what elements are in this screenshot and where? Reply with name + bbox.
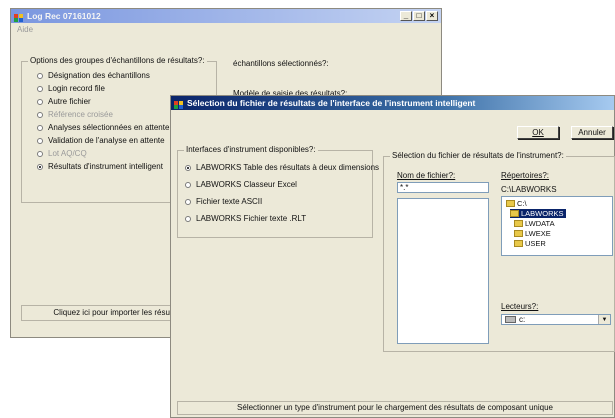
interface-option-label: LABWORKS Classeur Excel — [196, 180, 297, 189]
directories-label: Répertoires?: — [501, 171, 550, 180]
sample-option[interactable]: Désignation des échantillons — [37, 71, 150, 80]
maximize-icon[interactable]: □ — [413, 11, 425, 21]
dialog-titlebar[interactable]: Sélection du fichier de résultats de l'i… — [171, 96, 614, 110]
radio-button-icon[interactable] — [185, 215, 191, 222]
radio-button-icon[interactable] — [37, 98, 43, 105]
dialog-status-bar: Sélectionner un type d'instrument pour l… — [177, 401, 613, 415]
directory-item-label: LWEXE — [525, 229, 551, 238]
sample-option-label: Résultats d'instrument intelligent — [48, 162, 163, 171]
folder-icon — [514, 220, 523, 227]
file-selection-group-label: Sélection du fichier de résultats de l'i… — [390, 151, 566, 160]
file-selection-dialog: Sélection du fichier de résultats de l'i… — [170, 95, 615, 418]
back-window-titlebar[interactable]: Log Rec 07161012 _ □ × — [11, 9, 441, 23]
app-icon — [14, 12, 23, 22]
file-listbox[interactable] — [397, 198, 489, 344]
interface-option[interactable]: LABWORKS Fichier texte .RLT — [185, 214, 306, 223]
radio-button-icon[interactable] — [37, 72, 43, 79]
selected-samples-label: échantillons sélectionnés?: — [233, 59, 329, 68]
radio-button-icon[interactable] — [37, 124, 43, 131]
folder-icon — [514, 230, 523, 237]
directory-item-label: C:\ — [517, 199, 527, 208]
sample-option[interactable]: Autre fichier — [37, 97, 91, 106]
interface-option[interactable]: LABWORKS Table des résultats à deux dime… — [185, 163, 379, 172]
sample-option[interactable]: Analyses sélectionnées en attente — [37, 123, 169, 132]
filename-input[interactable]: *.* — [397, 182, 489, 193]
sample-option-label: Autre fichier — [48, 97, 91, 106]
sample-group-label: Options des groupes d'échantillons de ré… — [28, 56, 207, 65]
drive-icon — [505, 316, 516, 324]
cancel-button-label: Annuler — [578, 128, 606, 137]
current-directory: C:\LABWORKS — [501, 185, 557, 194]
interface-option[interactable]: LABWORKS Classeur Excel — [185, 180, 297, 189]
sample-option[interactable]: Login record file — [37, 84, 105, 93]
cancel-button[interactable]: Annuler — [571, 126, 613, 139]
sample-option: Référence croisée — [37, 110, 113, 119]
directory-item[interactable]: C:\ — [506, 199, 527, 208]
close-icon[interactable]: × — [426, 11, 438, 21]
radio-button-icon[interactable] — [37, 150, 43, 157]
radio-button-icon[interactable] — [37, 85, 43, 92]
interfaces-group-label: Interfaces d'instrument disponibles?: — [184, 145, 318, 154]
interface-option[interactable]: Fichier texte ASCII — [185, 197, 262, 206]
interface-option-label: Fichier texte ASCII — [196, 197, 263, 206]
dialog-icon — [174, 99, 183, 109]
sample-option-label: Lot AQ/CQ — [48, 149, 87, 158]
sample-option[interactable]: Résultats d'instrument intelligent — [37, 162, 163, 171]
drives-label: Lecteurs?: — [501, 302, 539, 311]
sample-option-label: Désignation des échantillons — [48, 71, 150, 80]
radio-button-icon[interactable] — [185, 181, 191, 188]
directory-item-label: USER — [525, 239, 546, 248]
sample-option-label: Validation de l'analyse en attente — [48, 136, 165, 145]
folder-icon — [506, 200, 515, 207]
ok-button-label: OK — [532, 128, 544, 137]
interface-option-label: LABWORKS Fichier texte .RLT — [196, 214, 307, 223]
directory-item-label: LABWORKS — [521, 209, 564, 218]
directory-item[interactable]: LWEXE — [514, 229, 551, 238]
directory-item[interactable]: LABWORKS — [510, 209, 566, 218]
radio-button-icon[interactable] — [37, 137, 43, 144]
radio-button-icon[interactable] — [185, 164, 191, 171]
minimize-icon[interactable]: _ — [400, 11, 412, 21]
menu-help[interactable]: Aide — [17, 25, 33, 34]
radio-button-icon[interactable] — [37, 111, 43, 118]
back-window-title: Log Rec 07161012 — [27, 11, 101, 21]
drive-value: c: — [519, 315, 526, 324]
directory-item[interactable]: USER — [514, 239, 546, 248]
sample-option-label: Login record file — [48, 84, 105, 93]
ok-button[interactable]: OK — [517, 126, 559, 139]
sample-option: Lot AQ/CQ — [37, 149, 87, 158]
directory-item[interactable]: LWDATA — [514, 219, 555, 228]
directory-tree[interactable]: C:\ LABWORKS LWDATA LWEXE USER — [501, 196, 613, 256]
sample-option-label: Référence croisée — [48, 110, 113, 119]
dialog-title: Sélection du fichier de résultats de l'i… — [187, 98, 476, 108]
directory-item-label: LWDATA — [525, 219, 555, 228]
chevron-down-icon[interactable]: ▼ — [598, 315, 610, 324]
sample-option[interactable]: Validation de l'analyse en attente — [37, 136, 165, 145]
sample-option-label: Analyses sélectionnées en attente — [48, 123, 170, 132]
folder-icon — [510, 210, 519, 217]
window-controls: _ □ × — [400, 11, 438, 21]
drive-select[interactable]: c: ▼ — [501, 314, 611, 325]
interface-option-label: LABWORKS Table des résultats à deux dime… — [196, 163, 380, 172]
radio-button-icon[interactable] — [185, 198, 191, 205]
filename-label: Nom de fichier?: — [397, 171, 456, 180]
radio-button-icon[interactable] — [37, 163, 43, 170]
folder-icon — [514, 240, 523, 247]
